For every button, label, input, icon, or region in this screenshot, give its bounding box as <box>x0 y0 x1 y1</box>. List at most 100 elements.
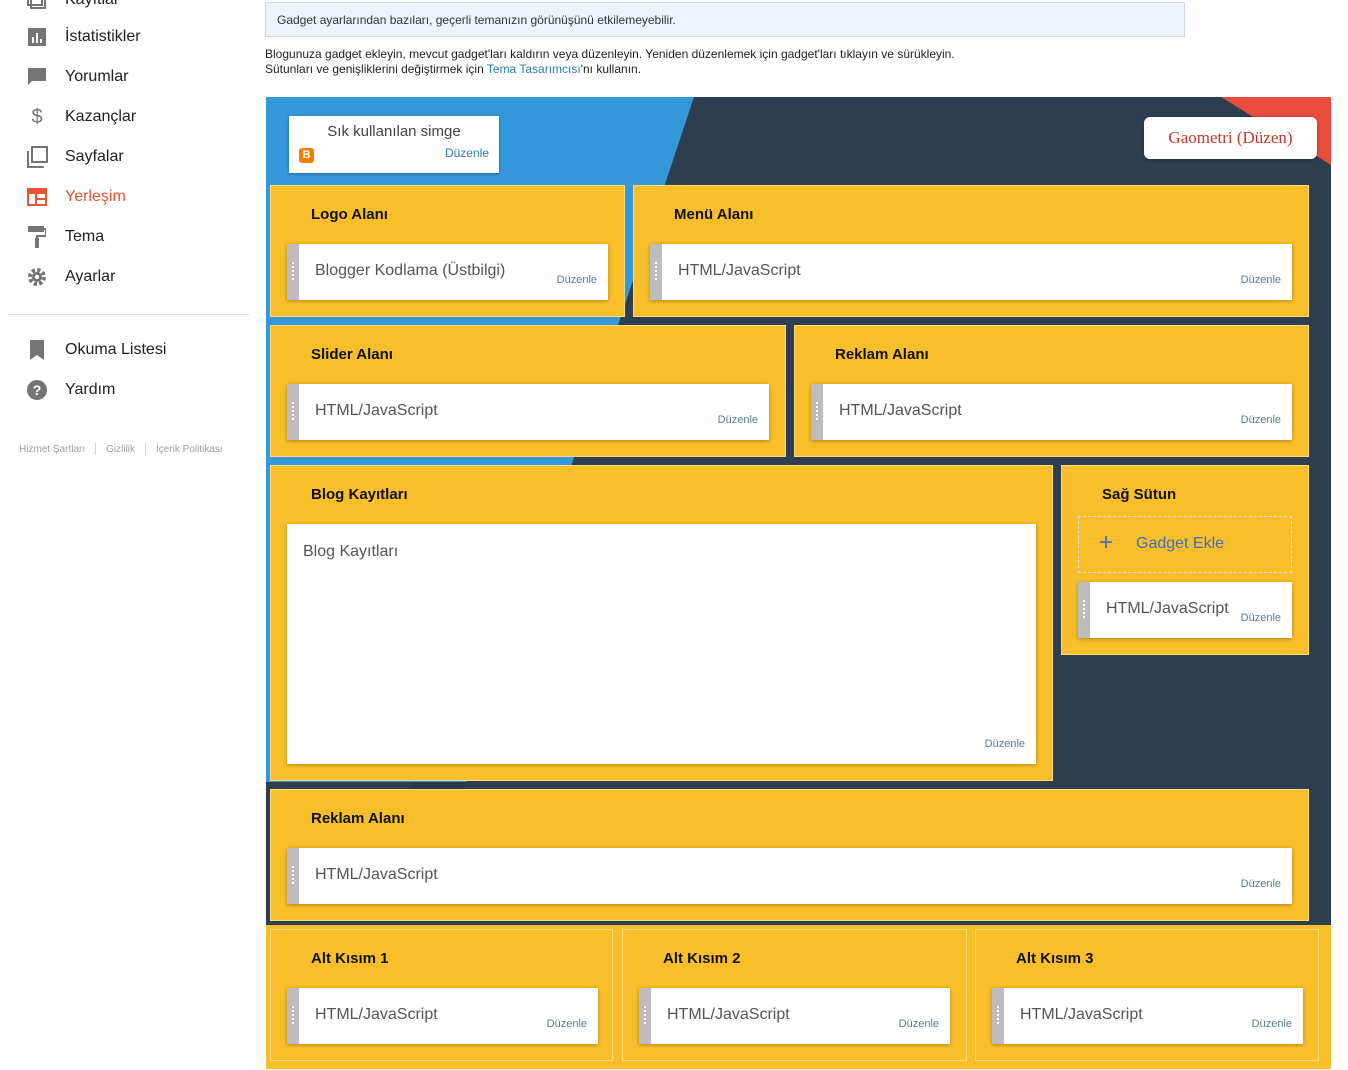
section-blog-posts: Blog Kayıtları Blog Kayıtları Düzenle <box>270 465 1053 781</box>
gadget-edit-link[interactable]: Düzenle <box>985 738 1025 750</box>
gadget-title: HTML/JavaScript <box>839 402 962 419</box>
gadget-title: HTML/JavaScript <box>315 866 438 883</box>
section-title: Sağ Sütun <box>1102 486 1177 503</box>
drag-handle[interactable] <box>287 848 299 904</box>
section-title: Blog Kayıtları <box>311 486 408 503</box>
gadget-header[interactable]: Blogger Kodlama (Üstbilgi) Düzenle <box>287 244 608 300</box>
sidebar-item-label: Yardım <box>65 381 116 398</box>
plus-icon: + <box>1099 529 1114 556</box>
sidebar-item-settings[interactable]: Ayarlar <box>0 257 250 297</box>
add-gadget-button[interactable]: + Gadget Ekle <box>1078 516 1292 573</box>
favicon-title: Sık kullanılan simge <box>327 123 461 140</box>
intro-text: 'nı kullanın. <box>580 62 642 76</box>
gadget-edit-link[interactable]: Düzenle <box>899 1018 939 1030</box>
gadget-title: Blogger Kodlama (Üstbilgi) <box>315 262 506 279</box>
drag-handle[interactable] <box>650 244 662 300</box>
gadget-slider-html[interactable]: HTML/JavaScript Düzenle <box>287 384 769 440</box>
gadget-title: HTML/JavaScript <box>315 1006 438 1023</box>
drag-handle[interactable] <box>1078 582 1090 638</box>
sidebar-item-comments[interactable]: Yorumlar <box>0 57 250 97</box>
section-title: Menü Alanı <box>674 206 754 223</box>
gadget-edit-link[interactable]: Düzenle <box>1241 274 1281 286</box>
section-title: Alt Kısım 1 <box>311 950 389 967</box>
layout-canvas: Sık kullanılan simge B Düzenle Gaometri … <box>266 97 1331 1069</box>
drag-handle[interactable] <box>287 384 299 440</box>
sidebar-item-label: İstatistikler <box>65 28 141 45</box>
section-title: Logo Alanı <box>311 206 388 223</box>
gadget-right-html[interactable]: HTML/JavaScript Düzenle <box>1078 582 1292 638</box>
favicon-edit-link[interactable]: Düzenle <box>445 146 489 160</box>
blogger-icon: B <box>299 148 314 163</box>
drag-handle[interactable] <box>287 244 299 300</box>
section-title: Alt Kısım 2 <box>663 950 741 967</box>
gadget-edit-link[interactable]: Düzenle <box>1241 612 1281 624</box>
favicon-widget[interactable]: Sık kullanılan simge B Düzenle <box>289 116 499 173</box>
gadget-title: HTML/JavaScript <box>678 262 801 279</box>
bookmark-icon <box>26 339 48 361</box>
layout-icon <box>26 186 48 208</box>
blog-title-button[interactable]: Gaometri (Düzen) <box>1144 117 1317 159</box>
sidebar-item-stats[interactable]: İstatistikler <box>0 17 250 57</box>
section-ad-bottom: Reklam Alanı HTML/JavaScript Düzenle <box>270 789 1309 921</box>
gadget-title: HTML/JavaScript <box>1106 600 1229 617</box>
gadget-menu-html[interactable]: HTML/JavaScript Düzenle <box>650 244 1292 300</box>
gadget-edit-link[interactable]: Düzenle <box>1241 878 1281 890</box>
sidebar-item-label: Kayıtlar <box>65 0 119 9</box>
sidebar-footer-links: Hizmet Şartları Gizlilik İçerik Politika… <box>19 443 223 455</box>
section-slider: Slider Alanı HTML/JavaScript Düzenle <box>270 325 786 457</box>
section-logo: Logo Alanı Blogger Kodlama (Üstbilgi) Dü… <box>270 185 625 317</box>
drag-handle[interactable] <box>992 988 1004 1044</box>
footer-separator <box>95 443 97 455</box>
sidebar-item-reading-list[interactable]: Okuma Listesi <box>0 330 250 370</box>
gadget-footer-3-html[interactable]: HTML/JavaScript Düzenle <box>992 988 1303 1044</box>
gadget-title: HTML/JavaScript <box>667 1006 790 1023</box>
dollar-icon: $ <box>31 105 43 128</box>
sidebar-item-earnings[interactable]: $ Kazançlar <box>0 97 250 137</box>
sidebar-divider <box>8 314 249 315</box>
pages-icon <box>26 146 48 168</box>
notice-banner: Gadget ayarlarından bazıları, geçerli te… <box>265 2 1185 37</box>
paint-roller-icon <box>26 226 48 248</box>
sidebar: Kayıtlar İstatistikler Yorumlar $ Kazanç… <box>0 0 258 1070</box>
gadget-edit-link[interactable]: Düzenle <box>718 414 758 426</box>
sidebar-item-layout[interactable]: Yerleşim <box>0 177 250 217</box>
gadget-footer-1-html[interactable]: HTML/JavaScript Düzenle <box>287 988 598 1044</box>
layout-intro: Blogunuza gadget ekleyin, mevcut gadget'… <box>265 47 955 77</box>
gadget-title: HTML/JavaScript <box>1020 1006 1143 1023</box>
gadget-edit-link[interactable]: Düzenle <box>1241 414 1281 426</box>
sidebar-item-pages[interactable]: Sayfalar <box>0 137 250 177</box>
theme-designer-link[interactable]: Tema Tasarımcısı <box>487 62 581 76</box>
drag-handle[interactable] <box>287 988 299 1044</box>
gadget-edit-link[interactable]: Düzenle <box>557 274 597 286</box>
section-ad-top: Reklam Alanı HTML/JavaScript Düzenle <box>794 325 1309 457</box>
sidebar-item-label: Okuma Listesi <box>65 341 167 358</box>
gadget-blog-posts[interactable]: Blog Kayıtları Düzenle <box>287 524 1036 764</box>
add-gadget-label: Gadget Ekle <box>1136 535 1225 552</box>
section-title: Alt Kısım 3 <box>1016 950 1094 967</box>
footer-separator <box>145 443 147 455</box>
intro-line-2: Sütunları ve genişliklerini değiştirmek … <box>265 62 955 77</box>
sidebar-item-label: Kazançlar <box>65 108 137 125</box>
sidebar-item-label: Tema <box>65 228 105 245</box>
section-title: Reklam Alanı <box>311 810 405 827</box>
privacy-link[interactable]: Gizlilik <box>106 444 135 455</box>
content-policy-link[interactable]: İçerik Politikası <box>156 444 223 455</box>
svg-text:?: ? <box>33 382 42 398</box>
sidebar-item-label: Sayfalar <box>65 148 124 165</box>
gadget-footer-2-html[interactable]: HTML/JavaScript Düzenle <box>639 988 950 1044</box>
sidebar-item-help[interactable]: ? Yardım <box>0 370 250 410</box>
gadget-edit-link[interactable]: Düzenle <box>547 1018 587 1030</box>
gadget-title: HTML/JavaScript <box>315 402 438 419</box>
stats-icon <box>26 26 48 48</box>
drag-handle[interactable] <box>639 988 651 1044</box>
terms-link[interactable]: Hizmet Şartları <box>19 444 85 455</box>
sidebar-item-theme[interactable]: Tema <box>0 217 250 257</box>
gadget-edit-link[interactable]: Düzenle <box>1252 1018 1292 1030</box>
section-title: Reklam Alanı <box>835 346 929 363</box>
sidebar-item-label: Ayarlar <box>65 268 116 285</box>
gadget-ad-top-html[interactable]: HTML/JavaScript Düzenle <box>811 384 1292 440</box>
help-icon: ? <box>26 379 48 401</box>
drag-handle[interactable] <box>811 384 823 440</box>
gadget-ad-bottom-html[interactable]: HTML/JavaScript Düzenle <box>287 848 1292 904</box>
sidebar-item-label: Yorumlar <box>65 68 129 85</box>
